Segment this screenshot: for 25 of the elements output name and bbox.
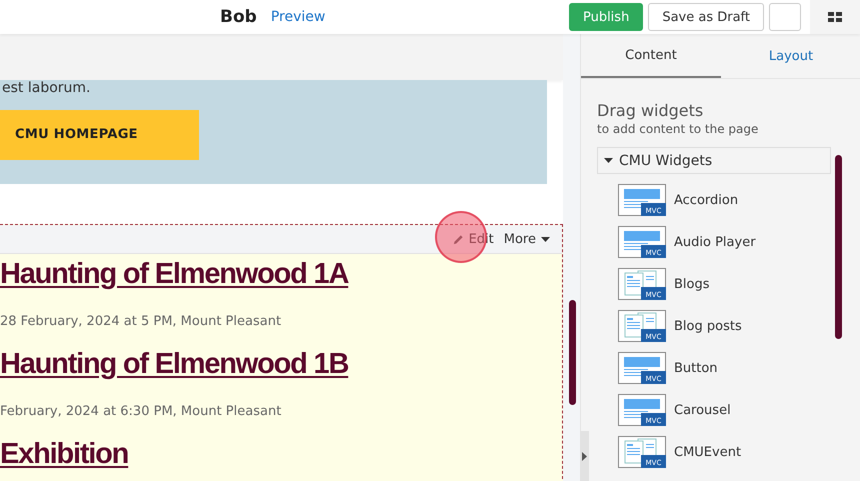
grid-icon[interactable] <box>810 0 860 34</box>
caret-down-icon <box>604 158 613 163</box>
scrollbar-thumb[interactable] <box>835 155 842 339</box>
panel-subheading: to add content to the page <box>597 121 760 137</box>
scrollbar-thumb[interactable] <box>569 300 576 405</box>
homepage-button[interactable]: CMU HOMEPAGE <box>0 110 199 160</box>
event-title-link[interactable]: Haunting of Elmenwood 1B <box>0 346 348 382</box>
group-label: CMU Widgets <box>619 152 712 168</box>
event-title-link[interactable]: Exhibition <box>0 436 128 472</box>
caret-down-icon <box>541 236 550 242</box>
toolbar-button[interactable] <box>769 3 801 31</box>
sidebar-tab[interactable]: Layout <box>721 34 860 78</box>
panel-heading: Drag widgets <box>597 101 704 121</box>
event-date: 28 February, 2024 at 5 PM, Mount Pleasant <box>0 314 282 330</box>
save-draft-button[interactable]: Save as Draft <box>648 3 764 31</box>
collapse-handle[interactable] <box>580 431 589 481</box>
event-date: February, 2024 at 6:30 PM, Mount Pleasant <box>0 404 282 420</box>
pencil-icon <box>452 234 464 244</box>
widget-group-header[interactable]: CMU Widgets <box>597 147 831 174</box>
page-title: Bob <box>220 7 257 27</box>
event-title-link[interactable]: Haunting of Elmenwood 1A <box>0 256 348 292</box>
paragraph-text: est laborum. <box>2 80 92 96</box>
preview-link[interactable]: Preview <box>270 9 326 25</box>
more-dropdown[interactable]: More <box>504 232 550 246</box>
sidebar-tab[interactable]: Content <box>581 34 721 78</box>
